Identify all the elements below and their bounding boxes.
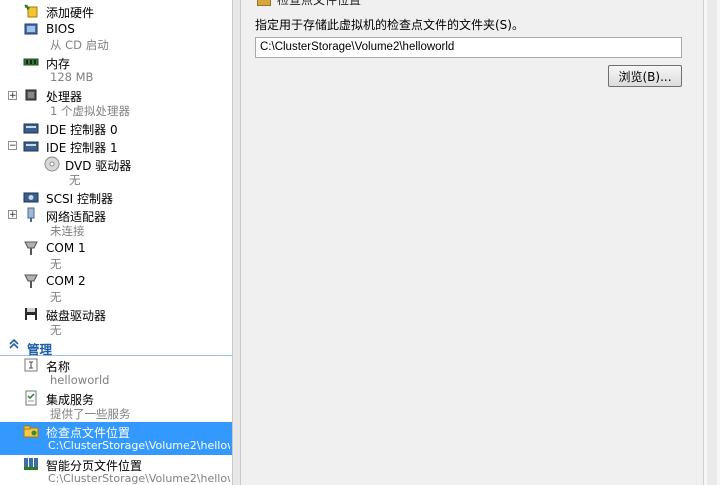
add-hardware-icon: + xyxy=(23,3,39,19)
tree-item-detail: C:\ClusterStorage\Volume2\hellow... xyxy=(48,472,230,485)
tree-item-smart-paging-location[interactable]: 智能分页文件位置 C:\ClusterStorage\Volume2\hello… xyxy=(0,455,232,485)
splitter[interactable] xyxy=(232,0,241,485)
tree-item-add-hardware[interactable]: + 添加硬件 xyxy=(0,2,232,20)
dvd-disc-icon xyxy=(44,156,60,172)
tree-item-detail: helloworld xyxy=(50,373,110,387)
com-port-icon xyxy=(23,240,39,256)
scrollbar-track[interactable] xyxy=(707,0,717,485)
checkpoint-path-input[interactable]: C:\ClusterStorage\Volume2\helloworld xyxy=(255,37,682,58)
checkpoint-folder-icon xyxy=(257,0,271,6)
tree-item-name[interactable]: 名称 helloworld xyxy=(0,356,232,388)
network-adapter-icon xyxy=(23,207,39,223)
expand-toggle[interactable]: + xyxy=(8,210,17,220)
scsi-controller-icon xyxy=(23,189,39,205)
bios-chip-icon xyxy=(23,21,39,37)
tree-item-label: SCSI 控制器 xyxy=(46,192,113,206)
tree-item-label: IDE 控制器 0 xyxy=(46,123,118,137)
tree-item-processor[interactable]: + 处理器 1 个虚拟处理器 xyxy=(0,86,232,119)
tree-item-com1[interactable]: COM 1 无 xyxy=(0,239,232,271)
integration-services-icon xyxy=(23,390,39,406)
tree-item-detail: 未连接 xyxy=(50,224,85,238)
tree-item-label: 添加硬件 xyxy=(46,6,95,20)
tree-item-scsi[interactable]: SCSI 控制器 xyxy=(0,188,232,206)
tree-item-integration-services[interactable]: 集成服务 提供了一些服务 xyxy=(0,389,232,421)
ide-controller-icon xyxy=(23,138,39,154)
paging-file-icon xyxy=(23,456,39,472)
tree-item-detail: 无 xyxy=(50,323,62,337)
tree-item-bios[interactable]: BIOS 从 CD 启动 xyxy=(0,20,232,53)
browse-button[interactable]: 浏览(B)... xyxy=(608,65,682,87)
tree-item-detail: 无 xyxy=(50,257,62,271)
tree-item-floppy[interactable]: 磁盘驱动器 无 xyxy=(0,305,232,337)
collapse-chevron-icon[interactable] xyxy=(9,338,19,353)
settings-tree: + 添加硬件 BIOS 从 CD 启动 内存 128 MB + 处理器 1 个虚… xyxy=(0,0,232,485)
checkpoint-folder-description: 指定用于存储此虚拟机的检查点文件的文件夹(S)。 xyxy=(255,18,524,32)
tree-item-detail: 提供了一些服务 xyxy=(50,407,131,421)
processor-icon xyxy=(23,87,39,103)
tree-item-network[interactable]: + 网络适配器 未连接 xyxy=(0,206,232,238)
floppy-disk-icon xyxy=(23,306,39,322)
tree-item-label: BIOS xyxy=(46,22,75,36)
com-port-icon xyxy=(23,273,39,289)
tree-item-detail: 128 MB xyxy=(50,70,94,84)
details-panel: 检查点文件位置 指定用于存储此虚拟机的检查点文件的文件夹(S)。 C:\Clus… xyxy=(241,0,703,485)
expand-toggle[interactable]: + xyxy=(8,91,17,101)
tree-item-label: COM 2 xyxy=(46,274,86,288)
name-field-icon xyxy=(23,357,39,373)
tree-item-memory[interactable]: 内存 128 MB xyxy=(0,53,232,85)
tree-item-detail: 无 xyxy=(50,290,62,304)
tree-item-com2[interactable]: COM 2 无 xyxy=(0,272,232,304)
tree-item-detail: C:\ClusterStorage\Volume2\hellow... xyxy=(48,439,230,452)
tree-item-label: IDE 控制器 1 xyxy=(46,141,118,155)
tree-item-checkpoint-location[interactable]: 检查点文件位置 C:\ClusterStorage\Volume2\hellow… xyxy=(0,422,232,455)
tree-item-label: COM 1 xyxy=(46,241,86,255)
tree-item-detail: 从 CD 启动 xyxy=(50,38,109,52)
panel-header-title: 检查点文件位置 xyxy=(277,0,362,7)
collapse-toggle[interactable]: − xyxy=(8,141,17,151)
checkpoint-folder-icon xyxy=(23,423,39,439)
vertical-scrollbar[interactable] xyxy=(703,0,720,485)
panel-header: 检查点文件位置 xyxy=(241,0,703,8)
tree-item-ide0[interactable]: IDE 控制器 0 xyxy=(0,119,232,137)
tree-item-detail: 无 xyxy=(69,173,81,187)
svg-text:+: + xyxy=(24,3,31,12)
tree-item-dvd[interactable]: DVD 驱动器 无 xyxy=(0,155,232,187)
tree-item-ide1[interactable]: − IDE 控制器 1 xyxy=(0,137,232,155)
management-section-header[interactable]: 管理 xyxy=(0,338,232,357)
ide-controller-icon xyxy=(23,120,39,136)
tree-item-detail: 1 个虚拟处理器 xyxy=(50,104,130,118)
memory-icon xyxy=(23,54,39,70)
